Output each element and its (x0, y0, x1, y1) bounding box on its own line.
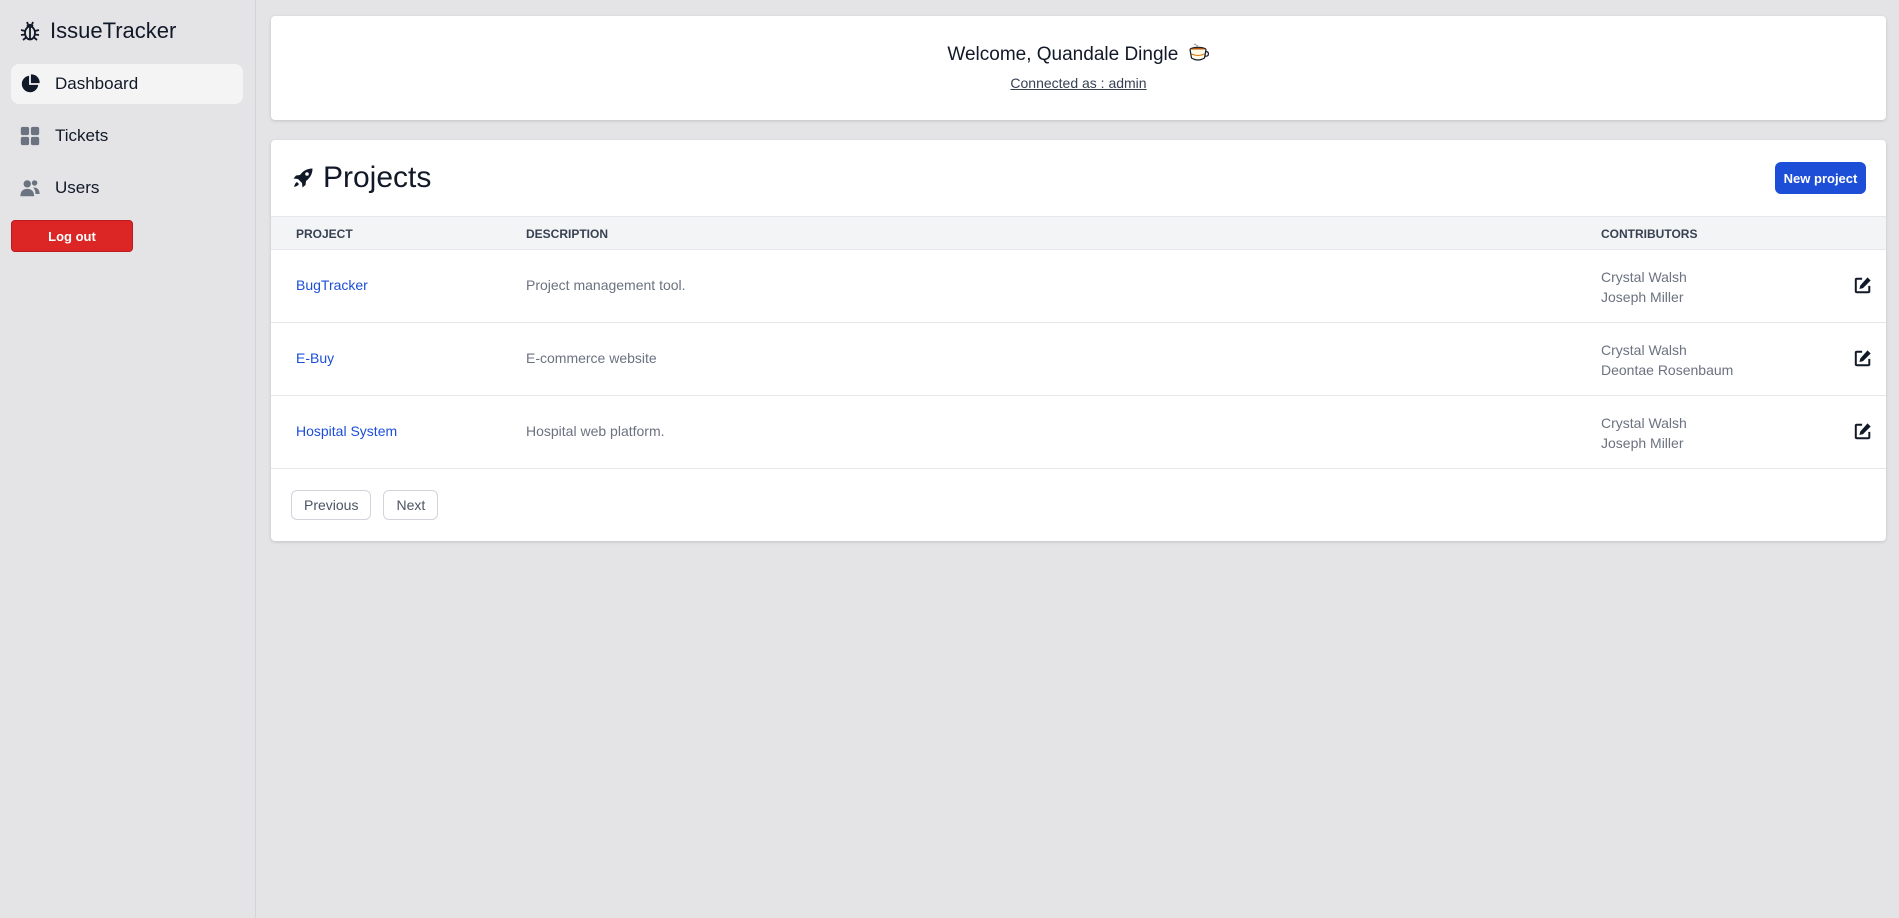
table-header: PROJECT DESCRIPTION CONTRIBUTORS (271, 216, 1886, 250)
project-description: E-commerce website (526, 350, 657, 366)
edit-icon[interactable] (1854, 349, 1872, 367)
project-description: Hospital web platform. (526, 423, 665, 439)
column-header-description: DESCRIPTION (526, 227, 609, 241)
users-icon (20, 180, 40, 197)
connected-as: Connected as : admin (271, 75, 1886, 91)
sidebar-item-label: Users (55, 178, 100, 197)
grid-icon (20, 126, 40, 146)
projects-header: Projects (291, 158, 431, 198)
sidebar-item-dashboard[interactable]: Dashboard (11, 64, 243, 104)
previous-button[interactable]: Previous (291, 490, 372, 520)
project-contributors: Crystal Walsh Deontae Rosenbaum (1601, 340, 1733, 380)
column-header-project: PROJECT (296, 227, 353, 241)
edit-icon[interactable] (1854, 422, 1872, 440)
table-row: E-Buy E-commerce website Crystal Walsh D… (271, 323, 1886, 396)
pie-chart-icon (21, 74, 40, 93)
bug-icon (20, 21, 40, 41)
sidebar-item-users[interactable]: Users (11, 168, 243, 208)
project-name-link[interactable]: E-Buy (296, 350, 334, 366)
contributor: Crystal Walsh (1601, 269, 1687, 285)
project-contributors: Crystal Walsh Joseph Miller (1601, 267, 1687, 307)
table-row: BugTracker Project management tool. Crys… (271, 250, 1886, 323)
tea-cup-icon (1189, 43, 1209, 61)
table-row: Hospital System Hospital web platform. C… (271, 396, 1886, 469)
welcome-title: Welcome, Quandale Dingle (271, 43, 1886, 66)
logout-button[interactable]: Log out (11, 220, 133, 252)
edit-icon[interactable] (1854, 276, 1872, 294)
project-name-link[interactable]: BugTracker (296, 277, 368, 293)
sidebar-item-label: Dashboard (55, 74, 139, 93)
contributor: Joseph Miller (1601, 435, 1684, 451)
contributor: Crystal Walsh (1601, 415, 1687, 431)
brand-name: IssueTracker (50, 18, 177, 43)
new-project-button[interactable]: New project (1775, 162, 1866, 194)
welcome-card: Welcome, Quandale Dingle Connected as : … (271, 16, 1886, 120)
sidebar-nav: Dashboard Tickets Users (11, 64, 243, 220)
column-header-contributors: CONTRIBUTORS (1601, 227, 1698, 241)
projects-card: Projects New project PROJECT DESCRIPTION… (271, 140, 1886, 541)
connected-as-link[interactable]: Connected as : admin (1010, 75, 1146, 91)
contributor: Deontae Rosenbaum (1601, 362, 1734, 378)
brand[interactable]: IssueTracker (18, 16, 176, 46)
projects-title: Projects (323, 161, 432, 194)
sidebar: IssueTracker Dashboard Tickets Users Log… (0, 0, 256, 918)
rocket-icon (293, 168, 313, 188)
next-button[interactable]: Next (383, 490, 439, 520)
sidebar-item-tickets[interactable]: Tickets (11, 116, 243, 156)
sidebar-item-label: Tickets (55, 126, 109, 145)
welcome-text: Welcome, Quandale Dingle (947, 44, 1179, 65)
pagination: Previous Next (291, 490, 439, 520)
project-contributors: Crystal Walsh Joseph Miller (1601, 413, 1687, 453)
contributor: Joseph Miller (1601, 289, 1684, 305)
contributor: Crystal Walsh (1601, 342, 1687, 358)
project-description: Project management tool. (526, 277, 686, 293)
project-name-link[interactable]: Hospital System (296, 423, 397, 439)
